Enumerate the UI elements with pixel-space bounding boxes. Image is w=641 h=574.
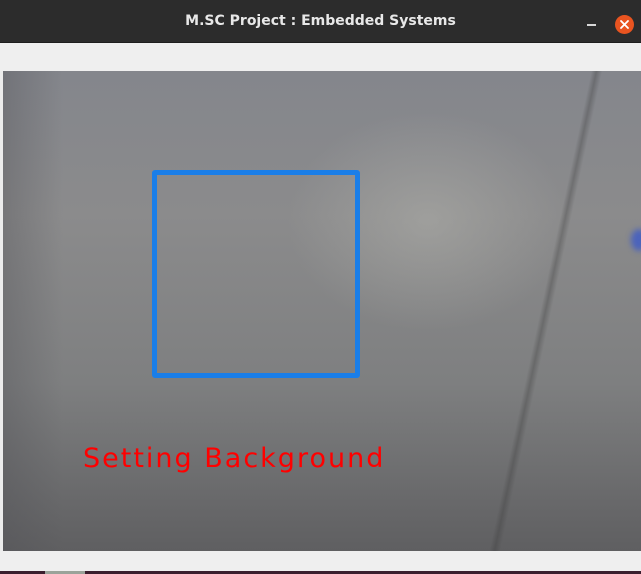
camera-vignette [3, 71, 63, 551]
window-title: M.SC Project : Embedded Systems [185, 13, 456, 29]
toolbar-area [0, 43, 641, 71]
app-window: M.SC Project : Embedded Systems Setting … [0, 0, 641, 574]
status-overlay-text: Setting Background [83, 443, 386, 474]
titlebar[interactable]: M.SC Project : Embedded Systems [0, 0, 641, 43]
close-icon [620, 20, 629, 29]
camera-feed[interactable]: Setting Background [3, 71, 641, 551]
roi-box [152, 170, 360, 378]
close-button[interactable] [615, 15, 634, 34]
camera-blue-spot [631, 229, 641, 251]
minimize-button[interactable] [583, 12, 601, 30]
